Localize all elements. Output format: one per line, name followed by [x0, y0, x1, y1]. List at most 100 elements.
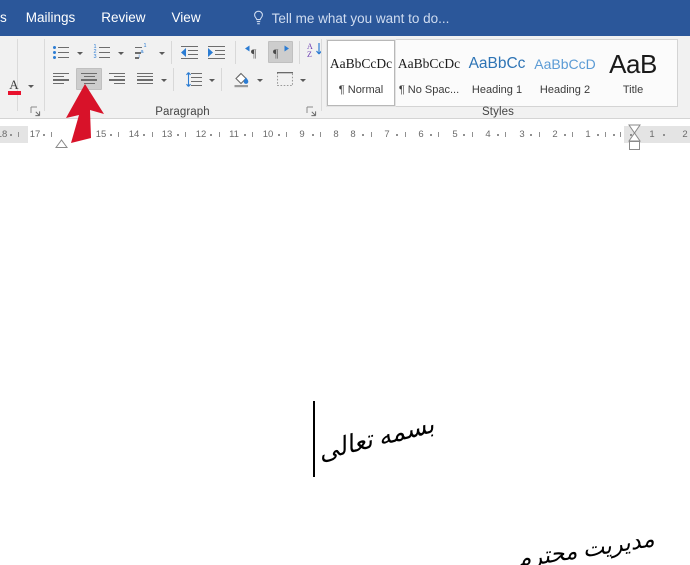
borders-caret-icon[interactable] — [298, 69, 307, 91]
word-window: s Mailings Review View Tell me what you … — [0, 0, 690, 565]
style-name-normal: ¶ Normal — [338, 84, 384, 96]
ruler-tick-7: 7 — [384, 129, 390, 140]
style-preview-title: AaB — [609, 48, 657, 79]
increase-indent-button[interactable] — [204, 41, 229, 63]
paragraph-inner-divider-5 — [173, 68, 174, 91]
style-item-normal[interactable]: AaBbCcDc ¶ Normal — [326, 39, 396, 107]
horizontal-ruler[interactable]: 18 17 15 14 13 12 11 10 9 8 8 7 6 5 4 3 … — [0, 120, 690, 154]
bullets-icon — [52, 45, 70, 59]
tab-view[interactable]: View — [159, 0, 214, 36]
ruler-tick-18: 18 — [0, 129, 8, 140]
align-left-icon — [53, 72, 69, 86]
numbering-caret-icon[interactable] — [116, 42, 125, 64]
multilevel-list-icon: 1 a i — [134, 43, 152, 59]
bullets-caret-icon[interactable] — [75, 42, 84, 64]
paragraph-inner-divider-3 — [299, 41, 300, 64]
ruler-tick-r2: 2 — [682, 129, 688, 140]
ruler-tick-17: 17 — [29, 129, 41, 140]
ruler-tick-13: 13 — [161, 129, 173, 140]
numbering-button[interactable]: 1 2 3 — [89, 41, 115, 63]
style-name-title: Title — [622, 84, 644, 96]
style-preview-heading1: AaBbCс — [468, 55, 526, 72]
ruler-tick-r1: 1 — [649, 129, 655, 140]
font-color-caret-icon[interactable] — [26, 75, 35, 97]
style-name-heading2: Heading 2 — [539, 84, 591, 96]
multilevel-list-button[interactable]: 1 a i — [130, 41, 156, 63]
ribbon: A 1 2 3 1 a i ¶ ¶ A Z Paragraph AaBbCcDc… — [0, 36, 690, 119]
ruler-tick-10: 10 — [262, 129, 274, 140]
ruler-tick-4: 4 — [485, 129, 491, 140]
bullets-button[interactable] — [48, 41, 74, 63]
decrease-indent-button[interactable] — [177, 41, 202, 63]
font-dialog-launcher[interactable] — [30, 104, 41, 117]
paragraph-inner-divider-1 — [171, 41, 172, 64]
font-color-icon: A — [7, 77, 22, 95]
align-center-icon — [81, 72, 97, 86]
line-and-paragraph-spacing-button[interactable] — [180, 68, 206, 90]
svg-text:¶: ¶ — [251, 46, 257, 60]
style-preview-no-spacing: AaBbCcDc — [397, 56, 461, 71]
shading-caret-icon[interactable] — [255, 69, 264, 91]
tell-me-placeholder: Tell me what you want to do... — [271, 10, 450, 26]
style-item-no-spacing[interactable]: AaBbCcDc ¶ No Spac... — [395, 40, 463, 106]
numbering-icon: 1 2 3 — [94, 44, 111, 60]
font-color-swatch — [7, 90, 21, 95]
justify-caret-icon[interactable] — [159, 69, 168, 91]
ruler-tick-15: 15 — [95, 129, 107, 140]
ruler-tick-8: 8 — [350, 129, 356, 140]
styles-gallery: AaBbCcDc ¶ Normal AaBbCcDc ¶ No Spac... … — [326, 39, 678, 107]
hourglass-indent-marker[interactable] — [627, 124, 642, 156]
left-indent-marker[interactable] — [55, 135, 68, 153]
document-page[interactable]: بسمه تعالی مدیریت محترم ... جناب آقای مه… — [0, 154, 690, 565]
justify-button[interactable] — [132, 68, 158, 90]
ruler-tick-1: 1 — [585, 129, 591, 140]
line-spacing-icon — [185, 71, 202, 87]
ruler-tick-5: 5 — [452, 129, 458, 140]
rtl-direction-icon: ¶ — [271, 45, 290, 60]
style-name-heading1: Heading 1 — [471, 84, 523, 96]
shading-bucket-icon — [233, 71, 250, 88]
paragraph-group: 1 2 3 1 a i ¶ ¶ A Z Paragraph — [45, 36, 351, 119]
left-to-right-text-direction-button[interactable]: ¶ — [241, 41, 266, 63]
tab-review[interactable]: Review — [88, 0, 158, 36]
font-color-button[interactable]: A — [2, 74, 26, 98]
decrease-indent-icon — [181, 45, 198, 60]
align-right-button[interactable] — [104, 68, 130, 90]
ruler-tick-9: 9 — [299, 129, 305, 140]
styles-group-label: Styles — [482, 106, 514, 118]
styles-group: AaBbCcDc ¶ Normal AaBbCcDc ¶ No Spac... … — [322, 36, 690, 119]
paragraph-group-label: Paragraph — [155, 106, 210, 118]
style-name-no-spacing: ¶ No Spac... — [398, 84, 460, 96]
document-line-2: مدیریت محترم ... — [491, 526, 657, 565]
align-right-icon — [109, 72, 125, 86]
ruler-tick-11: 11 — [229, 129, 239, 140]
style-preview-heading2: AaBbCcD — [534, 56, 596, 72]
align-left-button[interactable] — [48, 68, 74, 90]
borders-icon — [276, 71, 293, 87]
borders-button[interactable] — [271, 68, 297, 90]
ruler-tick-14: 14 — [128, 129, 140, 140]
shading-button[interactable] — [228, 68, 254, 90]
style-item-heading1[interactable]: AaBbCс Heading 1 — [463, 40, 531, 106]
ruler-tick-8a: 8 — [333, 129, 339, 140]
multilevel-list-caret-icon[interactable] — [157, 42, 166, 64]
tab-mailings[interactable]: Mailings — [13, 0, 89, 36]
style-item-title[interactable]: AaB Title — [599, 40, 667, 106]
lightbulb-icon — [252, 10, 265, 26]
paragraph-inner-divider-6 — [221, 68, 222, 91]
document-line-1: بسمه تعالی — [315, 411, 437, 467]
ruler-tick-6: 6 — [418, 129, 424, 140]
ruler-tick-3: 3 — [519, 129, 525, 140]
align-center-button[interactable] — [76, 68, 102, 90]
style-preview-normal: AaBbCcDc — [329, 56, 393, 71]
tell-me-box[interactable]: Tell me what you want to do... — [252, 10, 450, 26]
paragraph-inner-divider-2 — [235, 41, 236, 64]
tab-references-cut[interactable]: s — [0, 0, 13, 36]
style-item-heading2[interactable]: AaBbCcD Heading 2 — [531, 40, 599, 106]
paragraph-dialog-launcher[interactable] — [306, 104, 317, 117]
increase-indent-icon — [208, 45, 225, 60]
ruler-tick-2: 2 — [552, 129, 558, 140]
right-to-left-text-direction-button[interactable]: ¶ — [268, 41, 293, 63]
line-spacing-caret-icon[interactable] — [207, 69, 216, 91]
ribbon-tab-bar: s Mailings Review View Tell me what you … — [0, 0, 690, 36]
